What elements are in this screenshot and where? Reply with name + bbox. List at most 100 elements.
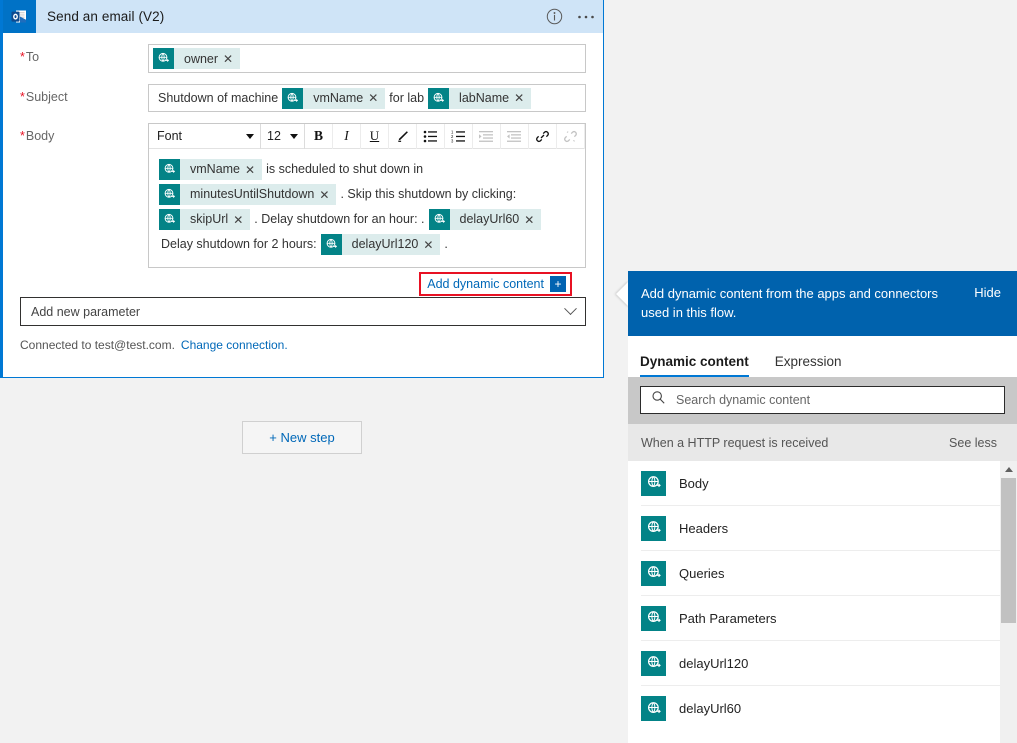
dynamic-content-icon	[641, 605, 666, 631]
search-input[interactable]: Search dynamic content	[676, 393, 810, 407]
indent-decrease-icon[interactable]	[501, 123, 529, 149]
list-item[interactable]: delayUrl60	[641, 686, 1004, 731]
token-remove-icon[interactable]: ✕	[223, 53, 240, 65]
dynamic-content-icon	[159, 209, 180, 231]
required-marker: *	[20, 90, 25, 104]
plus-icon: +	[550, 276, 566, 292]
add-new-parameter-label: Add new parameter	[31, 304, 141, 319]
list-item[interactable]: Path Parameters	[641, 596, 1004, 641]
body-text-1: is scheduled to shut down in	[266, 162, 424, 176]
dynamic-content-list: Body Headers Queries Path Parameters del…	[628, 461, 1017, 731]
required-marker: *	[20, 50, 25, 64]
chevron-down-icon	[564, 302, 577, 316]
body-text-4: Delay shutdown for 2 hours:	[161, 237, 317, 251]
body-text-2: . Skip this shutdown by clicking:	[340, 187, 517, 201]
token-labname[interactable]: labName ✕	[428, 87, 532, 109]
token-remove-icon[interactable]: ✕	[368, 92, 385, 104]
token-vmname[interactable]: vmName ✕	[159, 159, 263, 181]
dynamic-content-group-header: When a HTTP request is received See less	[628, 424, 1017, 461]
font-family-value: Font	[157, 129, 183, 143]
dynamic-content-flyout: Add dynamic content from the apps and co…	[628, 271, 1017, 743]
to-input[interactable]: owner ✕	[148, 44, 586, 73]
italic-icon[interactable]: I	[333, 123, 361, 149]
scroll-up-button[interactable]	[1000, 461, 1017, 478]
list-item[interactable]: delayUrl120	[641, 641, 1004, 686]
outlook-icon	[3, 0, 36, 33]
token-delayurl60[interactable]: delayUrl60 ✕	[428, 209, 542, 231]
token-remove-icon[interactable]: ✕	[514, 92, 531, 104]
send-email-action-card: Send an email (V2) *To owner ✕ *Subject …	[0, 0, 604, 378]
connection-text: Connected to test@test.com.	[20, 338, 175, 352]
remove-link-icon[interactable]	[557, 123, 585, 149]
see-less-toggle[interactable]: See less	[949, 436, 997, 450]
tab-expression[interactable]: Expression	[775, 354, 842, 377]
token-label: delayUrl120	[351, 237, 419, 252]
token-remove-icon[interactable]: ✕	[233, 214, 250, 226]
token-skipurl[interactable]: skipUrl ✕	[159, 209, 251, 231]
tab-dynamic-content[interactable]: Dynamic content	[640, 354, 749, 377]
token-vmname[interactable]: vmName ✕	[282, 87, 386, 109]
new-step-button[interactable]: + New step	[242, 421, 362, 454]
token-delayurl120[interactable]: delayUrl120 ✕	[320, 234, 441, 256]
add-dynamic-content-row: Add dynamic content +	[148, 272, 586, 296]
list-item[interactable]: Queries	[641, 551, 1004, 596]
token-label: skipUrl	[190, 212, 229, 227]
body-text-3: . Delay shutdown for an hour: .	[254, 212, 425, 226]
dynamic-content-icon	[641, 560, 666, 586]
email-body-content[interactable]: vmName ✕ is scheduled to shut down in mi…	[149, 149, 585, 267]
font-family-dropdown[interactable]: Font	[149, 123, 261, 149]
bulleted-list-icon[interactable]	[417, 123, 445, 149]
insert-link-icon[interactable]	[529, 123, 557, 149]
card-header: Send an email (V2)	[3, 0, 603, 33]
info-icon[interactable]	[545, 8, 563, 26]
hide-button[interactable]: Hide	[974, 284, 1001, 300]
highlight-pen-icon[interactable]	[389, 123, 417, 149]
dynamic-content-icon	[153, 48, 174, 69]
dynamic-content-icon	[159, 184, 180, 206]
underline-icon[interactable]: U	[361, 123, 389, 149]
ellipsis-icon[interactable]	[577, 8, 595, 26]
token-label: labName	[459, 91, 510, 105]
dynamic-content-icon	[428, 209, 450, 231]
list-item-label: Headers	[679, 520, 729, 536]
font-size-dropdown[interactable]: 12	[261, 123, 305, 149]
svg-text:3: 3	[451, 138, 454, 142]
chevron-down-icon	[290, 133, 298, 139]
indent-increase-icon[interactable]	[473, 123, 501, 149]
search-container[interactable]: Search dynamic content	[640, 386, 1005, 414]
dynamic-content-icon	[428, 87, 450, 109]
token-label: minutesUntilShutdown	[190, 187, 315, 202]
bold-icon[interactable]: B	[305, 123, 333, 149]
scrollbar-thumb[interactable]	[1001, 478, 1016, 623]
change-connection-link[interactable]: Change connection.	[181, 338, 288, 352]
list-item[interactable]: Headers	[641, 506, 1004, 551]
token-remove-icon[interactable]: ✕	[524, 214, 541, 226]
token-remove-icon[interactable]: ✕	[319, 189, 336, 201]
dynamic-content-icon	[641, 650, 666, 676]
dynamic-content-icon	[641, 515, 666, 541]
subject-text-2: for lab	[389, 91, 425, 105]
token-minutesuntilshutdown[interactable]: minutesUntilShutdown ✕	[159, 184, 337, 206]
list-item-label: delayUrl60	[679, 701, 742, 716]
rich-text-editor: Font 12 B I U 1 2 3 vmName ✕ is schedule…	[148, 123, 586, 268]
field-row-to: *To owner ✕	[3, 44, 603, 73]
dynamic-content-icon	[641, 696, 666, 721]
dynamic-content-icon	[641, 470, 666, 496]
subject-text-1: Shutdown of machine	[158, 91, 279, 105]
token-remove-icon[interactable]: ✕	[245, 164, 262, 176]
list-item[interactable]: Body	[641, 461, 1004, 506]
token-label: delayUrl60	[459, 212, 520, 227]
group-title: When a HTTP request is received	[641, 435, 829, 450]
editor-toolbar: Font 12 B I U 1 2 3	[149, 123, 585, 149]
connection-info: Connected to test@test.com. Change connec…	[3, 326, 603, 352]
add-dynamic-content-button[interactable]: Add dynamic content +	[419, 272, 572, 296]
token-label: vmName	[190, 162, 241, 177]
field-row-subject: *Subject Shutdown of machine vmName ✕ fo…	[3, 84, 603, 112]
numbered-list-icon[interactable]: 1 2 3	[445, 123, 473, 149]
subject-input[interactable]: Shutdown of machine vmName ✕ for lab lab…	[148, 84, 586, 112]
flyout-tabs: Dynamic content Expression	[628, 336, 1017, 377]
list-scrollbar-track[interactable]	[1000, 461, 1017, 743]
token-owner[interactable]: owner ✕	[153, 48, 241, 69]
token-remove-icon[interactable]: ✕	[423, 239, 440, 251]
add-new-parameter-dropdown[interactable]: Add new parameter	[20, 297, 586, 326]
